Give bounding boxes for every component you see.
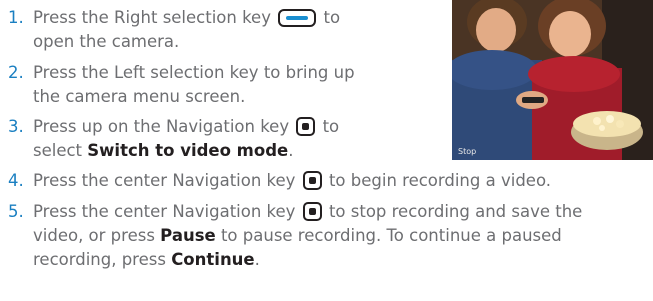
- step-text: Press the Left selection key to bring up…: [33, 63, 355, 106]
- step-text: Press the center Navigation key to stop …: [33, 202, 583, 269]
- viewfinder-image: [452, 0, 653, 160]
- step-text: Press the center Navigation key to begin…: [33, 171, 551, 190]
- step-number: 4.: [8, 171, 24, 190]
- step-1: 1. Press the Right selection key to open…: [8, 6, 340, 54]
- step-2: 2. Press the Left selection key to bring…: [8, 61, 355, 109]
- center-navigation-key-icon: [302, 171, 322, 190]
- center-navigation-key-icon: [302, 202, 322, 221]
- right-softkey-icon: [278, 9, 317, 27]
- camera-viewfinder-photo: Stop: [452, 0, 653, 160]
- step-text: Press the Right selection key to open th…: [33, 8, 341, 51]
- step-number: 1.: [8, 8, 24, 27]
- step-number: 5.: [8, 202, 24, 221]
- step-4: 4. Press the center Navigation key to be…: [8, 169, 551, 193]
- step-text: Press up on the Navigation key to select…: [33, 117, 340, 160]
- step-3: 3. Press up on the Navigation key to sel…: [8, 115, 339, 163]
- viewfinder-caption: Stop: [458, 147, 477, 156]
- step-number: 2.: [8, 63, 24, 82]
- step-number: 3.: [8, 117, 24, 136]
- center-navigation-key-icon: [296, 117, 316, 136]
- step-5: 5. Press the center Navigation key to st…: [8, 200, 582, 272]
